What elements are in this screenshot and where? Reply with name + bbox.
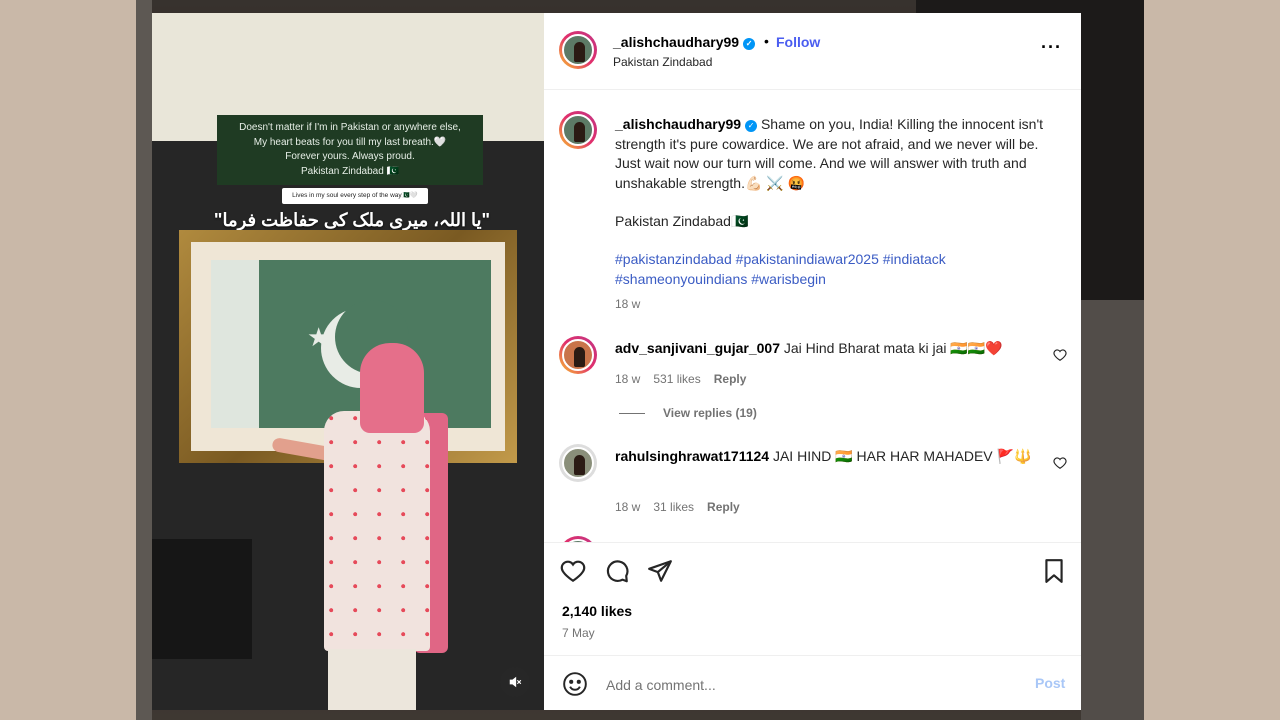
overlay-line: Doesn't matter if I'm in Pakistan or any… <box>239 122 461 133</box>
post-actions: 2,140 likes 7 May <box>544 542 1081 653</box>
verified-badge-icon: ✓ <box>745 120 758 132</box>
post-header: _alishchaudhary99 ✓ • Follow Pakistan Zin… <box>544 13 1081 90</box>
likes-count[interactable]: 2,140 likes <box>562 603 632 619</box>
post-location[interactable]: Pakistan Zindabad <box>613 55 712 69</box>
separator-dot: • <box>764 33 769 49</box>
comment-timestamp[interactable]: 18 w <box>615 500 640 514</box>
heart-icon[interactable] <box>1053 348 1067 362</box>
overlay-line: Forever yours. Always proud. <box>285 151 415 162</box>
comment-icon[interactable] <box>604 558 630 584</box>
comment-likes[interactable]: 531 likes <box>653 372 700 386</box>
more-horizontal-icon[interactable]: ··· <box>1041 37 1062 58</box>
caption-text: _alishchaudhary99 ✓ Shame on you, India! … <box>615 115 1060 193</box>
reply-button[interactable]: Reply <box>714 372 747 386</box>
bookmark-icon[interactable] <box>1041 558 1067 584</box>
flag-star-icon: ★ <box>307 322 331 352</box>
post-date[interactable]: 7 May <box>562 626 595 640</box>
video-text-overlay: Doesn't matter if I'm in Pakistan or any… <box>217 115 483 185</box>
urdu-overlay-text: "یا اللہ، میری ملک کی حفاظت فرما" <box>213 210 491 230</box>
hashtag-link[interactable]: #warisbegin <box>751 271 826 287</box>
hashtag-link[interactable]: #shameonyouindians <box>615 271 747 287</box>
hashtag-link[interactable]: #indiatack <box>883 251 946 267</box>
video-text-chip: Lives in my soul every step of the way🇵🇰… <box>282 188 428 204</box>
comment-meta: 18 w 31 likes Reply <box>615 500 753 514</box>
add-comment-bar: Post <box>544 655 1081 711</box>
comment-meta: 18 w 531 likes Reply <box>615 372 759 386</box>
emoji-icon[interactable] <box>562 671 588 697</box>
reply-button[interactable]: Reply <box>707 500 740 514</box>
avatar[interactable] <box>559 336 597 374</box>
post-comment-button[interactable]: Post <box>1035 675 1065 691</box>
comment-username[interactable]: rahulsinghrawat171124 <box>615 448 769 464</box>
avatar[interactable] <box>559 444 597 482</box>
share-icon[interactable] <box>647 558 673 584</box>
person-legs <box>328 649 416 710</box>
speaker-muted-icon <box>509 676 522 688</box>
comment-username[interactable]: adv_sanjivani_gujar_007 <box>615 340 780 356</box>
comment-body: JAI HIND 🇮🇳 HAR HAR MAHADEV 🚩🔱 <box>769 448 1032 464</box>
comment-body: Jai Hind Bharat mata ki jai 🇮🇳🇮🇳❤️ <box>780 340 1003 356</box>
comments-section[interactable]: _alishchaudhary99 ✓ Shame on you, India! … <box>544 90 1081 542</box>
comment-input[interactable] <box>604 673 1008 697</box>
post-media[interactable]: Doesn't matter if I'm in Pakistan or any… <box>152 13 544 710</box>
caption-hashtags: #pakistanzindabad #pakistanindiawar2025 … <box>615 250 1060 289</box>
post-username[interactable]: _alishchaudhary99 <box>613 34 739 50</box>
comment-text: adv_sanjivani_gujar_007 Jai Hind Bharat … <box>615 339 1035 358</box>
heart-icon[interactable] <box>560 558 586 584</box>
view-replies-label: View replies (19) <box>663 406 757 420</box>
overlay-line: Pakistan Zindabad 🇵🇰 <box>300 165 400 177</box>
person-figure <box>324 411 430 651</box>
mute-button[interactable] <box>500 667 530 697</box>
radiator <box>152 539 252 659</box>
caption-footer: Pakistan Zindabad🇵🇰 <box>615 213 749 229</box>
verified-badge-icon: ✓ <box>743 38 756 50</box>
comment-timestamp[interactable]: 18 w <box>615 372 640 386</box>
comment-text: rahulsinghrawat171124 JAI HIND 🇮🇳 HAR HA… <box>615 447 1035 466</box>
person-head <box>360 343 424 433</box>
avatar[interactable] <box>559 111 597 149</box>
caption-timestamp[interactable]: 18 w <box>615 297 640 311</box>
follow-button[interactable]: Follow <box>776 34 820 50</box>
view-replies-button[interactable]: View replies (19) <box>619 406 757 420</box>
hashtag-link[interactable]: #pakistanzindabad <box>615 251 732 267</box>
overlay-line: My heart beats for you till my last brea… <box>253 136 447 148</box>
heart-icon[interactable] <box>1053 456 1067 470</box>
pakistan-flag: ★ <box>211 260 491 428</box>
hashtag-link[interactable]: #pakistanindiawar2025 <box>736 251 879 267</box>
comment-likes[interactable]: 31 likes <box>653 500 694 514</box>
post-detail-panel: _alishchaudhary99 ✓ • Follow Pakistan Zin… <box>544 13 1081 710</box>
avatar[interactable] <box>559 31 597 69</box>
caption-username[interactable]: _alishchaudhary99 <box>615 116 741 132</box>
